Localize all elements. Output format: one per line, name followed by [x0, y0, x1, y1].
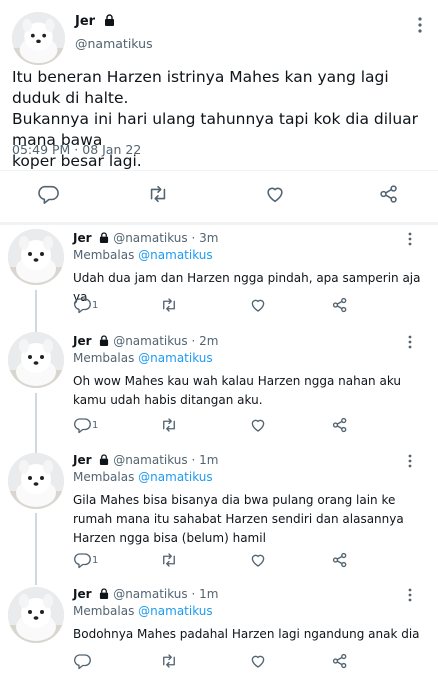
reply-header: Jer @namatikus · 2m: [73, 334, 218, 348]
replying-to: Membalas @namatikus: [73, 470, 213, 484]
display-name[interactable]: Jer: [75, 14, 115, 29]
reply-header: Jer @namatikus · 1m: [73, 453, 218, 467]
dog-avatar-icon: [12, 12, 65, 65]
share-icon[interactable]: [378, 183, 400, 205]
retweet-icon[interactable]: [160, 551, 178, 569]
reply-text: Bodohnya Mahes padahal Harzen lagi ngand…: [73, 627, 420, 641]
lock-icon: [100, 232, 109, 243]
avatar[interactable]: [12, 12, 65, 65]
tweet-actions: [0, 183, 438, 207]
dog-avatar-icon: [8, 332, 64, 388]
handle[interactable]: @namatikus: [113, 334, 187, 348]
dog-avatar-icon: [8, 587, 64, 643]
avatar[interactable]: [8, 453, 64, 509]
relative-time[interactable]: · 1m: [192, 453, 219, 467]
timestamp[interactable]: 05:49 PM · 08 Jan 22: [12, 142, 141, 157]
avatar[interactable]: [8, 332, 64, 388]
relative-time[interactable]: · 3m: [192, 231, 219, 245]
reply-icon[interactable]: [37, 183, 59, 205]
reply-actions: 1: [73, 416, 433, 434]
display-name[interactable]: Jer: [73, 453, 92, 467]
reply-count: 1: [92, 300, 99, 311]
like-icon[interactable]: [264, 183, 286, 205]
reply-header: Jer @namatikus · 3m: [73, 231, 218, 245]
lock-icon: [100, 454, 109, 465]
mention-link[interactable]: @namatikus: [138, 604, 212, 618]
avatar[interactable]: [8, 587, 64, 643]
retweet-icon[interactable]: [160, 416, 178, 434]
reply-actions: [73, 652, 433, 670]
lock-icon: [104, 14, 114, 26]
more-options-icon[interactable]: [406, 587, 414, 603]
reply-header: Jer @namatikus · 1m: [73, 587, 218, 601]
like-icon[interactable]: [249, 551, 267, 569]
dog-avatar-icon: [8, 229, 64, 285]
display-name[interactable]: Jer: [73, 334, 92, 348]
reply-actions: 1: [73, 551, 433, 569]
reply-icon[interactable]: [73, 652, 91, 670]
replying-to: Membalas @namatikus: [73, 604, 213, 618]
retweet-icon[interactable]: [147, 183, 169, 205]
more-options-icon[interactable]: [406, 231, 414, 247]
avatar[interactable]: [8, 229, 64, 285]
mention-link[interactable]: @namatikus: [138, 470, 212, 484]
share-icon[interactable]: [331, 416, 349, 434]
divider: [0, 170, 438, 171]
like-icon[interactable]: [249, 416, 267, 434]
reply-text: Oh wow Mahes kau wah kalau Harzen ngga n…: [73, 374, 402, 407]
handle[interactable]: @namatikus: [113, 453, 187, 467]
relative-time[interactable]: · 1m: [192, 587, 219, 601]
more-options-icon[interactable]: [406, 334, 414, 350]
replying-to: Membalas @namatikus: [73, 351, 213, 365]
handle[interactable]: @namatikus: [113, 587, 187, 601]
reply-icon[interactable]: 1: [73, 296, 98, 314]
more-options-icon[interactable]: [406, 453, 414, 469]
share-icon[interactable]: [331, 296, 349, 314]
retweet-icon[interactable]: [160, 296, 178, 314]
mention-link[interactable]: @namatikus: [138, 248, 212, 262]
retweet-icon[interactable]: [160, 652, 178, 670]
handle[interactable]: @namatikus: [75, 36, 153, 51]
reply-count: 1: [92, 420, 99, 431]
reply-tweet[interactable]: Jer @namatikus · 1m Membalas @namatikus …: [0, 583, 438, 680]
relative-time[interactable]: · 2m: [192, 334, 219, 348]
replying-to: Membalas @namatikus: [73, 248, 213, 262]
reply-icon[interactable]: 1: [73, 416, 98, 434]
main-tweet: Jer @namatikus Itu beneran Harzen istrin…: [0, 0, 438, 225]
reply-text: Gila Mahes bisa bisanya dia bwa pulang o…: [73, 493, 404, 545]
reply-actions: 1: [73, 296, 433, 314]
handle[interactable]: @namatikus: [113, 231, 187, 245]
reply-tweet[interactable]: Jer @namatikus · 3m Membalas @namatikus …: [0, 225, 438, 322]
share-icon[interactable]: [331, 551, 349, 569]
like-icon[interactable]: [249, 296, 267, 314]
mention-link[interactable]: @namatikus: [138, 351, 212, 365]
lock-icon: [100, 588, 109, 599]
share-icon[interactable]: [331, 652, 349, 670]
reply-count: 1: [92, 555, 99, 566]
display-name[interactable]: Jer: [73, 587, 92, 601]
reply-tweet[interactable]: Jer @namatikus · 1m Membalas @namatikus …: [0, 449, 438, 577]
more-options-icon[interactable]: [414, 16, 426, 34]
dog-avatar-icon: [8, 453, 64, 509]
reply-icon[interactable]: 1: [73, 551, 98, 569]
lock-icon: [100, 335, 109, 346]
like-icon[interactable]: [249, 652, 267, 670]
reply-tweet[interactable]: Jer @namatikus · 2m Membalas @namatikus …: [0, 328, 438, 444]
display-name[interactable]: Jer: [73, 231, 92, 245]
